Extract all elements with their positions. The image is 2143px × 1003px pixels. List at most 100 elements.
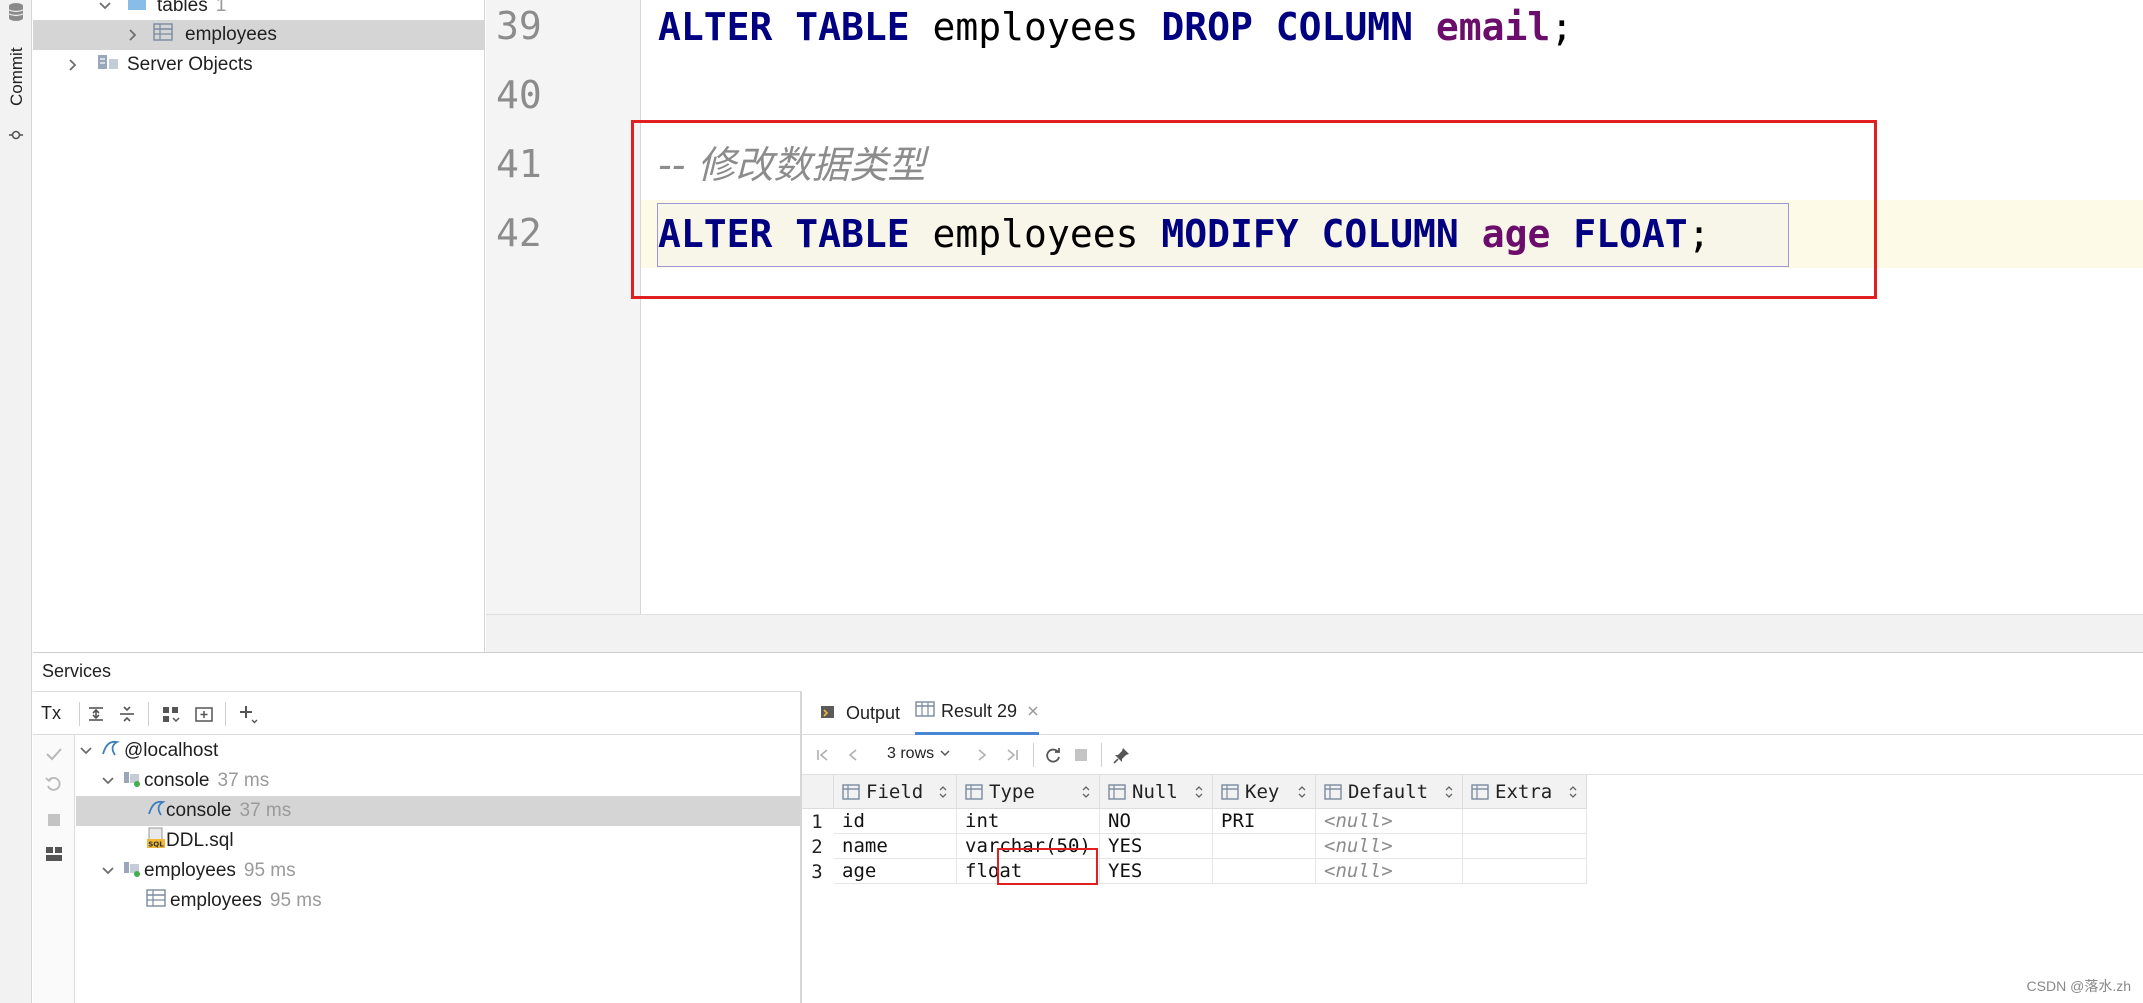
add-icon[interactable] xyxy=(234,701,262,727)
tree-item-employees[interactable]: employees xyxy=(33,20,485,50)
column-header[interactable]: Key xyxy=(1213,775,1316,809)
service-item-ddl-sql[interactable]: SQL DDL.sql xyxy=(76,826,800,856)
sort-icon[interactable] xyxy=(1194,784,1204,800)
commit-tab[interactable]: Commit xyxy=(3,47,29,152)
horizontal-scrollbar[interactable] xyxy=(486,614,2143,652)
chevron-down-icon[interactable] xyxy=(76,741,96,761)
transaction-mode-button[interactable]: Tx xyxy=(41,703,61,724)
group-by-icon[interactable] xyxy=(157,701,185,727)
chevron-right-icon[interactable] xyxy=(123,25,143,45)
database-icon[interactable] xyxy=(7,2,25,22)
tab-output-label: Output xyxy=(846,702,901,723)
collapse-all-icon[interactable] xyxy=(113,701,141,727)
last-page-icon[interactable] xyxy=(999,742,1025,768)
column-header[interactable]: Default xyxy=(1316,775,1463,809)
sql-editor[interactable]: 39 40 41 42 ALTER TABLE employees DROP C… xyxy=(486,0,2143,652)
sort-icon[interactable] xyxy=(1568,784,1578,800)
code-token: TABLE xyxy=(795,5,910,49)
sort-icon[interactable] xyxy=(1081,784,1091,800)
previous-page-icon[interactable] xyxy=(840,742,866,768)
service-item-employees[interactable]: employees 95 ms xyxy=(76,856,800,886)
table-cell[interactable]: age xyxy=(834,859,957,884)
new-tab-icon[interactable] xyxy=(190,701,218,727)
stop-icon[interactable] xyxy=(1068,742,1094,768)
pin-icon[interactable] xyxy=(1109,742,1135,768)
row-number[interactable]: 1 xyxy=(802,809,832,834)
column-header[interactable]: Field xyxy=(834,775,957,809)
table-cell[interactable] xyxy=(1213,834,1316,859)
session-icon xyxy=(122,858,142,884)
table-cell[interactable]: PRI xyxy=(1213,809,1316,834)
chevron-down-icon[interactable] xyxy=(98,861,118,881)
close-icon[interactable] xyxy=(1027,701,1039,722)
row-count-dropdown[interactable]: 3 rows xyxy=(887,745,951,763)
table-cell[interactable]: YES xyxy=(1100,859,1213,884)
expand-all-icon[interactable] xyxy=(82,701,110,727)
code-line-39[interactable]: ALTER TABLE employees DROP COLUMN email; xyxy=(658,0,1573,57)
tables-label: tables xyxy=(157,0,208,16)
column-icon xyxy=(842,783,860,800)
table-icon xyxy=(153,23,173,47)
row-number[interactable]: 3 xyxy=(802,859,832,884)
row-number[interactable]: 2 xyxy=(802,834,832,859)
tool-window-strip: Commit xyxy=(0,0,32,1003)
chevron-right-icon[interactable] xyxy=(63,55,83,75)
column-header[interactable]: Type xyxy=(957,775,1100,809)
next-page-icon[interactable] xyxy=(969,742,995,768)
table-cell[interactable] xyxy=(1463,834,1587,859)
chevron-down-icon[interactable] xyxy=(95,0,115,16)
table-cell[interactable]: name xyxy=(834,834,957,859)
table-cell[interactable] xyxy=(1213,859,1316,884)
table-cell[interactable]: <null> xyxy=(1316,809,1463,834)
service-item-localhost[interactable]: @localhost xyxy=(76,736,800,766)
table-cell[interactable]: <null> xyxy=(1316,834,1463,859)
column-header-label: Null xyxy=(1132,780,1178,803)
database-explorer-tree: tables 1 employees Server Objects xyxy=(33,0,485,652)
code-token: DROP xyxy=(1161,5,1253,49)
column-header[interactable]: Null xyxy=(1100,775,1213,809)
table-cell[interactable]: id xyxy=(834,809,957,834)
duration-label: 95 ms xyxy=(269,890,322,911)
line-number-gutter: 39 40 41 42 xyxy=(486,0,641,614)
stop-icon[interactable] xyxy=(40,807,68,833)
annotation-red-box xyxy=(631,120,1877,299)
rollback-icon[interactable] xyxy=(40,771,68,797)
line-number: 40 xyxy=(496,73,542,117)
refresh-icon[interactable] xyxy=(1040,742,1066,768)
tab-result[interactable]: Result 29 xyxy=(915,691,1040,735)
commit-check-icon[interactable] xyxy=(40,741,68,767)
service-label: console xyxy=(144,770,210,791)
table-cell[interactable]: <null> xyxy=(1316,859,1463,884)
table-cell[interactable]: int xyxy=(957,809,1100,834)
table-cell[interactable] xyxy=(1463,809,1587,834)
chevron-down-icon[interactable] xyxy=(98,771,118,791)
result-tabs: Output Result 29 xyxy=(802,691,2143,735)
session-icon xyxy=(122,768,142,794)
service-label: employees xyxy=(144,860,236,881)
tables-count: 1 xyxy=(215,0,227,16)
table-cell[interactable]: NO xyxy=(1100,809,1213,834)
duration-label: 37 ms xyxy=(217,770,270,791)
layout-icon[interactable] xyxy=(40,841,68,867)
first-page-icon[interactable] xyxy=(810,742,836,768)
tab-output[interactable]: Output xyxy=(820,691,900,735)
tree-item-server-objects[interactable]: Server Objects xyxy=(33,50,485,80)
line-number: 42 xyxy=(496,211,542,255)
tree-item-tables[interactable]: tables 1 xyxy=(33,0,485,21)
service-item-employees-table[interactable]: employees 95 ms xyxy=(76,886,800,916)
table-icon xyxy=(146,889,166,913)
code-token: employees xyxy=(909,5,1162,49)
sort-icon[interactable] xyxy=(1297,784,1307,800)
sort-icon[interactable] xyxy=(1444,784,1454,800)
svg-text:SQL: SQL xyxy=(148,841,164,849)
table-icon xyxy=(915,701,935,722)
service-item-console-child[interactable]: console 37 ms xyxy=(76,796,800,826)
sort-icon[interactable] xyxy=(938,784,948,800)
service-item-console[interactable]: console 37 ms xyxy=(76,766,800,796)
column-header[interactable]: Extra xyxy=(1463,775,1587,809)
table-cell[interactable] xyxy=(1463,859,1587,884)
table-cell[interactable]: YES xyxy=(1100,834,1213,859)
sql-file-icon: SQL xyxy=(146,827,166,855)
